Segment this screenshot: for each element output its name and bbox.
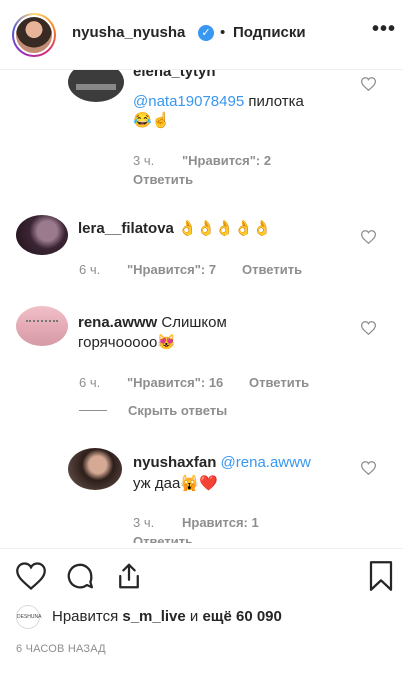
reply-button[interactable]: Ответить: [133, 534, 193, 543]
liker-avatar[interactable]: DESHUNA: [16, 605, 41, 629]
comment-text-line: 😂☝: [133, 112, 171, 129]
likes-middle: и: [185, 608, 203, 625]
verified-badge-icon: ✓: [198, 25, 214, 41]
reply-button[interactable]: Ответить: [249, 375, 309, 390]
comment-like-heart-icon[interactable]: [361, 461, 376, 475]
reply-mention[interactable]: @rena.awww: [221, 454, 311, 471]
reply-text: уж даа🙀❤️: [133, 475, 218, 492]
comment-like-heart-icon[interactable]: [361, 77, 376, 91]
reply-username[interactable]: nyushaxfan: [133, 454, 216, 471]
reply-likes[interactable]: Нравится: 1: [182, 515, 259, 530]
reply-time: 3 ч.: [133, 515, 155, 530]
share-icon[interactable]: [114, 561, 144, 591]
comment-text: Слишком: [157, 314, 227, 331]
likes-prefix: Нравится: [52, 608, 123, 625]
post-timestamp[interactable]: 6 ЧАСОВ НАЗАД: [16, 643, 106, 655]
profile-username[interactable]: nyusha_nyusha: [72, 24, 185, 41]
comment-time: 3 ч.: [133, 153, 155, 168]
comment-text: пилотка: [244, 93, 304, 110]
more-options-icon[interactable]: •••: [372, 18, 396, 41]
comment-mention[interactable]: @nata19078495: [133, 93, 244, 110]
comment-likes[interactable]: "Нравится": 2: [182, 153, 271, 168]
reply-button[interactable]: Ответить: [242, 262, 302, 277]
comment-like-heart-icon[interactable]: [361, 230, 376, 244]
comment-like-heart-icon[interactable]: [361, 321, 376, 335]
hide-replies-button[interactable]: Скрыть ответы: [128, 403, 227, 418]
comment-time: 6 ч.: [79, 262, 101, 277]
comment-text: 👌👌👌👌👌: [178, 220, 272, 237]
separator-dot: •: [220, 24, 226, 41]
heart-icon[interactable]: [16, 562, 46, 590]
comment-time: 6 ч.: [79, 375, 101, 390]
comment-username[interactable]: rena.awww: [78, 314, 157, 331]
reply-button[interactable]: Ответить: [133, 172, 193, 187]
comment-avatar[interactable]: [16, 215, 68, 255]
comment-icon[interactable]: [65, 561, 95, 591]
following-button[interactable]: Подписки: [233, 24, 306, 41]
liker-username[interactable]: s_m_live: [122, 608, 185, 625]
comment-likes[interactable]: "Нравится": 16: [127, 375, 223, 390]
comment-username[interactable]: lera__filatova: [78, 220, 174, 237]
likes-summary: Нравится s_m_live и ещё 60 090: [52, 608, 282, 625]
replies-divider: [79, 410, 107, 411]
comment-text-line: горячооооо😻: [78, 334, 176, 351]
post-header: nyusha_nyusha ✓ • Подписки •••: [0, 0, 403, 70]
reply-avatar[interactable]: [68, 448, 122, 490]
likes-count[interactable]: ещё 60 090: [202, 608, 281, 625]
comment-avatar[interactable]: [16, 306, 68, 346]
footer-divider: [0, 548, 403, 549]
comment-likes[interactable]: "Нравится": 7: [127, 262, 216, 277]
bookmark-icon[interactable]: [368, 561, 394, 591]
profile-avatar[interactable]: [12, 13, 56, 57]
